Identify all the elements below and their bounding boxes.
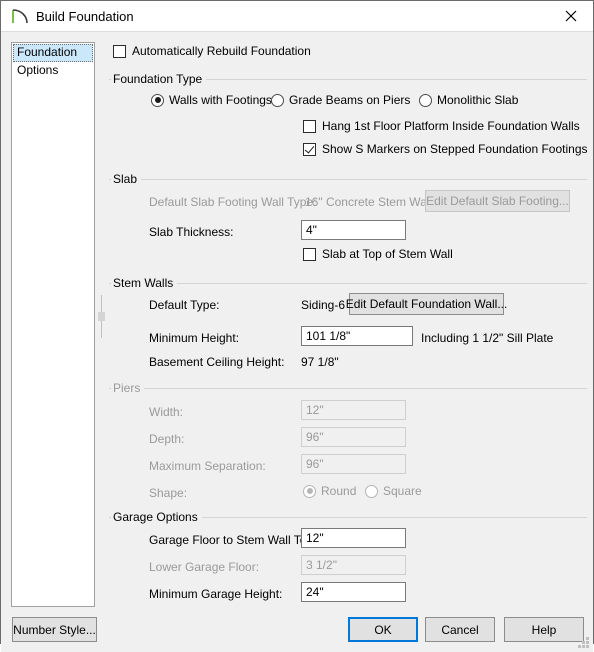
- pier-max-separation-label: Maximum Separation:: [149, 459, 266, 473]
- basement-ceiling-height-label: Basement Ceiling Height:: [149, 355, 285, 369]
- default-type-value: Siding-6: [301, 298, 346, 312]
- radio-label: Grade Beams on Piers: [289, 93, 411, 107]
- pier-depth-input[interactable]: 96": [301, 427, 406, 447]
- resize-grip[interactable]: [577, 636, 590, 649]
- panel-splitter[interactable]: [95, 40, 109, 607]
- lower-garage-floor-label: Lower Garage Floor:: [149, 560, 260, 574]
- window-title: Build Foundation: [36, 8, 134, 24]
- hang-first-floor-platform-row[interactable]: Hang 1st Floor Platform Inside Foundatio…: [303, 119, 580, 133]
- radio-indicator[interactable]: [271, 93, 284, 107]
- stem-walls-group-title: Stem Walls: [111, 276, 178, 290]
- show-s-markers-checkbox[interactable]: [303, 142, 316, 156]
- slab-thickness-label: Slab Thickness:: [149, 225, 234, 239]
- radio-indicator[interactable]: [303, 484, 316, 498]
- minimum-height-label: Minimum Height:: [149, 331, 240, 345]
- auto-rebuild-checkbox[interactable]: [113, 44, 126, 58]
- garage-floor-to-stem-wall-top-label: Garage Floor to Stem Wall Top:: [149, 533, 317, 547]
- radio-walls-with-footings[interactable]: Walls with Footings: [151, 93, 272, 107]
- radio-grade-beams-on-piers[interactable]: Grade Beams on Piers: [271, 93, 410, 107]
- radio-label: Walls with Footings: [169, 93, 272, 107]
- foundation-type-group-title: Foundation Type: [111, 72, 207, 86]
- sidebar-item-label: Foundation: [17, 45, 78, 59]
- dialog-footer: Number Style... OK Cancel Help: [1, 607, 593, 652]
- minimum-garage-height-input[interactable]: 24": [301, 582, 406, 602]
- pier-max-separation-input[interactable]: 96": [301, 454, 406, 474]
- title-bar: Build Foundation: [1, 1, 593, 32]
- splitter-grip[interactable]: [98, 312, 105, 321]
- slab-at-top-label: Slab at Top of Stem Wall: [322, 247, 453, 261]
- radio-label: Monolithic Slab: [437, 93, 519, 107]
- slab-at-top-of-stem-wall-row[interactable]: Slab at Top of Stem Wall: [303, 247, 453, 261]
- group-divider: [109, 283, 587, 284]
- sill-plate-note: Including 1 1/2" Sill Plate: [421, 331, 554, 345]
- radio-indicator[interactable]: [151, 93, 164, 107]
- sidebar-item-label: Options: [17, 63, 59, 77]
- group-divider: [109, 388, 587, 389]
- piers-group-title: Piers: [111, 381, 145, 395]
- cancel-button[interactable]: Cancel: [425, 617, 495, 642]
- pier-shape-label: Shape:: [149, 486, 188, 500]
- show-s-markers-label: Show S Markers on Stepped Foundation Foo…: [322, 142, 588, 156]
- auto-rebuild-row[interactable]: Automatically Rebuild Foundation: [113, 44, 311, 58]
- pier-width-label: Width:: [149, 405, 184, 419]
- sidebar-item-options[interactable]: Options: [13, 62, 93, 80]
- build-foundation-dialog: Build Foundation Foundation Options Auto…: [0, 0, 594, 652]
- sidebar-panel-list[interactable]: Foundation Options: [11, 42, 95, 607]
- slab-at-top-checkbox[interactable]: [303, 247, 316, 261]
- minimum-garage-height-label: Minimum Garage Height:: [149, 587, 283, 601]
- minimum-height-input[interactable]: 101 1/8": [301, 326, 413, 346]
- default-slab-footing-wall-type-label: Default Slab Footing Wall Type:: [149, 195, 317, 209]
- garage-options-group-title: Garage Options: [111, 510, 202, 524]
- radio-label: Round: [321, 484, 357, 498]
- sidebar-item-foundation[interactable]: Foundation: [13, 44, 93, 62]
- default-slab-footing-wall-type-value: 16" Concrete Stem Wall: [305, 195, 433, 209]
- basement-ceiling-height-value: 97 1/8": [301, 355, 339, 369]
- slab-group-title: Slab: [111, 172, 142, 186]
- close-button[interactable]: [548, 1, 593, 30]
- help-button[interactable]: Help: [504, 617, 584, 642]
- slab-thickness-input[interactable]: 4": [301, 220, 406, 240]
- radio-indicator[interactable]: [365, 484, 378, 498]
- radio-pier-shape-square[interactable]: Square: [365, 484, 422, 498]
- edit-default-slab-footing-button[interactable]: Edit Default Slab Footing...: [425, 190, 570, 212]
- foundation-arc-icon: [9, 5, 31, 27]
- edit-default-foundation-wall-button[interactable]: Edit Default Foundation Wall...: [346, 293, 507, 315]
- auto-rebuild-label: Automatically Rebuild Foundation: [132, 44, 311, 58]
- dialog-body: Foundation Options Automatically Rebuild…: [1, 32, 593, 607]
- default-type-label: Default Type:: [149, 298, 220, 312]
- radio-monolithic-slab[interactable]: Monolithic Slab: [419, 93, 518, 107]
- group-divider: [109, 179, 587, 180]
- number-style-button[interactable]: Number Style...: [12, 617, 97, 642]
- radio-label: Square: [383, 484, 422, 498]
- show-s-markers-row[interactable]: Show S Markers on Stepped Foundation Foo…: [303, 142, 588, 156]
- lower-garage-floor-input[interactable]: 3 1/2": [301, 555, 406, 575]
- settings-content: Automatically Rebuild Foundation Foundat…: [109, 40, 593, 607]
- hang-first-floor-platform-label: Hang 1st Floor Platform Inside Foundatio…: [322, 119, 580, 133]
- radio-indicator[interactable]: [419, 93, 432, 107]
- hang-first-floor-platform-checkbox[interactable]: [303, 119, 316, 133]
- radio-pier-shape-round[interactable]: Round: [303, 484, 356, 498]
- garage-floor-to-stem-wall-top-input[interactable]: 12": [301, 528, 406, 548]
- pier-depth-label: Depth:: [149, 432, 185, 446]
- pier-width-input[interactable]: 12": [301, 400, 406, 420]
- ok-button[interactable]: OK: [348, 617, 418, 642]
